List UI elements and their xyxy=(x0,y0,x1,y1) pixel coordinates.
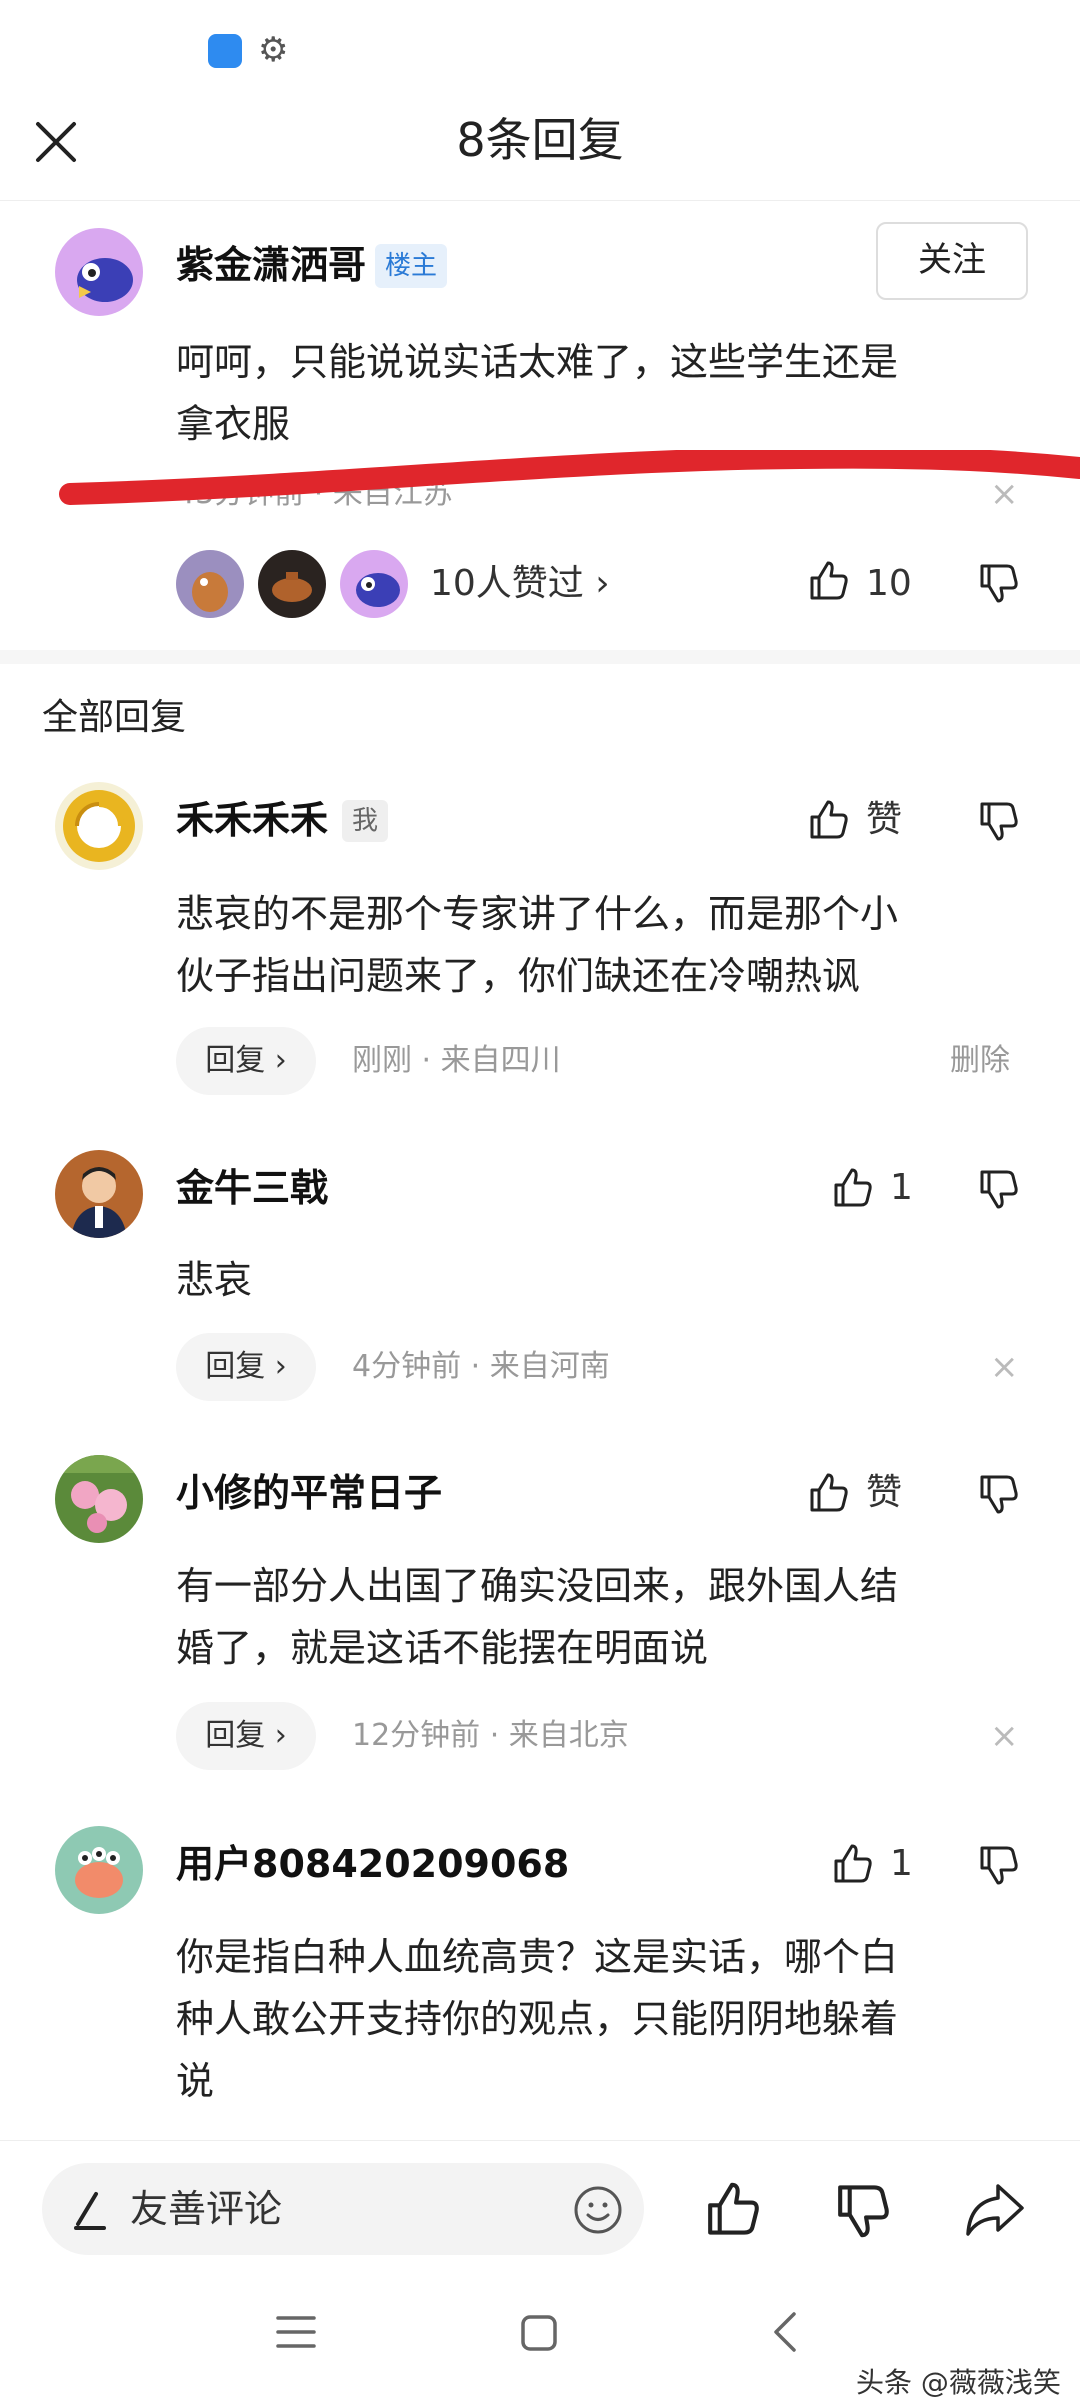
comment-placeholder[interactable]: 友善评论 xyxy=(130,2181,282,2237)
like-label[interactable]: 赞 xyxy=(866,1471,902,1515)
thumb-up-icon[interactable] xyxy=(830,1165,874,1209)
reply-text-line: 有一部分人出国了确实没回来，跟外国人结 xyxy=(176,1564,899,1608)
like-label[interactable]: 赞 xyxy=(866,798,902,842)
reply-meta: 4分钟前 · 来自河南 xyxy=(352,1349,610,1384)
like-count: 1 xyxy=(890,1167,913,1208)
reply-author-name[interactable]: 禾禾禾禾 xyxy=(176,795,328,845)
reply-text-line: 悲哀 xyxy=(176,1258,253,1302)
gear-icon: ⚙ xyxy=(258,30,289,70)
reply-button[interactable]: 回复 › xyxy=(176,1333,316,1401)
divider xyxy=(0,650,1080,664)
pen-icon xyxy=(74,2192,106,2230)
menu-icon[interactable] xyxy=(276,2314,316,2350)
thumb-up-icon[interactable] xyxy=(806,797,850,841)
share-icon[interactable] xyxy=(962,2180,1026,2240)
thumb-up-icon[interactable] xyxy=(830,1841,874,1885)
close-icon[interactable]: × xyxy=(990,1347,1019,1387)
likes-summary-link[interactable]: 10人赞过 › xyxy=(430,562,610,606)
thumb-up-icon[interactable] xyxy=(702,2178,762,2238)
red-annotation-line xyxy=(59,450,1080,505)
avatar[interactable] xyxy=(55,1150,143,1238)
reply-button[interactable]: 回复 › xyxy=(176,1702,316,1770)
thumb-down-icon[interactable] xyxy=(976,1844,1020,1888)
watermark: 头条 @薇薇浅笑 xyxy=(856,2366,1061,2399)
thumb-down-icon[interactable] xyxy=(832,2182,892,2242)
reply-text-line: 婚了，就是这话不能摆在明面说 xyxy=(176,1626,709,1670)
thumb-down-icon[interactable] xyxy=(976,562,1020,606)
home-icon[interactable] xyxy=(520,2314,558,2352)
reply-text-line: 悲哀的不是那个专家讲了什么，而是那个小 xyxy=(176,892,899,936)
avatar[interactable] xyxy=(55,228,143,316)
post-text-line: 拿衣服 xyxy=(176,402,291,446)
close-icon[interactable]: × xyxy=(990,1716,1019,1756)
reply-author-name[interactable]: 用户808420209068 xyxy=(176,1839,569,1889)
reply-button[interactable]: 回复 › xyxy=(176,1027,316,1095)
thumb-up-icon[interactable] xyxy=(806,558,850,602)
back-icon[interactable] xyxy=(770,2310,800,2354)
avatar[interactable] xyxy=(340,550,408,618)
reply-text-line: 伙子指出问题来了，你们缺还在冷嘲热讽 xyxy=(176,954,861,998)
reply-text-line: 种人敢公开支持你的观点，只能阴阴地躲着 xyxy=(176,1997,899,2041)
section-title: 全部回复 xyxy=(42,697,187,738)
thumb-down-icon[interactable] xyxy=(976,800,1020,844)
avatar[interactable] xyxy=(55,1826,143,1914)
emoji-icon[interactable] xyxy=(572,2184,624,2236)
thumb-down-icon[interactable] xyxy=(976,1473,1020,1517)
reply-text-line: 说 xyxy=(176,2059,215,2103)
delete-button[interactable]: 删除 xyxy=(950,1041,1010,1081)
reply-author-name[interactable]: 金牛三戟 xyxy=(176,1163,328,1213)
reply-meta: 12分钟前 · 来自北京 xyxy=(352,1718,629,1753)
post-author-name[interactable]: 紫金潇洒哥 xyxy=(176,240,366,290)
follow-button[interactable]: 关注 xyxy=(876,222,1028,300)
thumb-up-icon[interactable] xyxy=(806,1470,850,1514)
reply-sheet-header: 8条回复 xyxy=(0,80,1080,201)
reply-meta: 刚刚 · 来自四川 xyxy=(352,1043,561,1078)
thumb-down-icon[interactable] xyxy=(976,1168,1020,1212)
like-count: 10 xyxy=(866,563,912,604)
avatar[interactable] xyxy=(176,550,244,618)
avatar[interactable] xyxy=(55,782,143,870)
post-text-line: 呵呵，只能说说实话太难了，这些学生还是 xyxy=(176,340,899,384)
avatar[interactable] xyxy=(55,1455,143,1543)
avatar[interactable] xyxy=(258,550,326,618)
page-title: 8条回复 xyxy=(456,113,624,167)
reply-author-name[interactable]: 小修的平常日子 xyxy=(176,1468,442,1518)
me-badge: 我 xyxy=(342,800,389,842)
app-notification-icon xyxy=(208,34,242,68)
reply-text-line: 你是指白种人血统高贵？这是实话，哪个白 xyxy=(176,1935,899,1979)
owner-badge: 楼主 xyxy=(375,244,448,288)
like-count: 1 xyxy=(890,1843,913,1884)
